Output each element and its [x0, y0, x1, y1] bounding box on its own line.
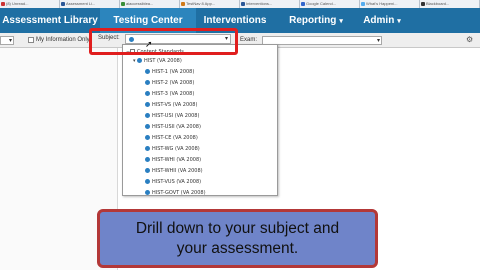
mouse-cursor-icon: ➚	[145, 39, 153, 49]
node-dot-icon	[145, 91, 150, 96]
browser-tab-5[interactable]: Interventions...	[240, 0, 300, 8]
my-information-checkbox[interactable]	[28, 37, 34, 43]
main-nav-bar: Assessment Library Testing Center Interv…	[0, 8, 480, 33]
chevron-down-icon: ▾	[397, 18, 401, 25]
nav-assessment-library[interactable]: Assessment Library	[0, 8, 100, 33]
tree-item[interactable]: HIST-VUS (VA 2008)	[145, 179, 201, 186]
tree-item[interactable]: HIST-CE (VA 2008)	[145, 135, 198, 142]
nav-admin[interactable]: Admin ▾	[356, 8, 408, 33]
tab-favicon-icon	[61, 2, 65, 6]
callout-line-2: your assessment.	[176, 240, 299, 257]
callout-line-1: Drill down to your subject and	[135, 220, 340, 237]
tree-item[interactable]: HIST-WHI (VA 2008)	[145, 157, 201, 164]
browser-tab-3[interactable]: aiaccessiblea...	[120, 0, 180, 8]
tab-favicon-icon	[121, 2, 125, 6]
tree-item[interactable]: HIST-WG (VA 2008)	[145, 146, 200, 153]
node-dot-icon	[145, 168, 150, 173]
filter-select[interactable]: ▾	[0, 36, 14, 45]
node-dot-icon	[145, 190, 150, 195]
tab-favicon-icon	[1, 2, 5, 6]
tree-item[interactable]: HIST-GOVT (VA 2008)	[145, 190, 206, 195]
chevron-down-icon: ▾	[8, 38, 12, 44]
gear-icon[interactable]: ⚙	[466, 35, 473, 45]
node-dot-icon	[145, 102, 150, 107]
tab-favicon-icon	[301, 2, 305, 6]
tab-favicon-icon	[361, 2, 365, 6]
tree-item[interactable]: HIST-3 (VA 2008)	[145, 91, 194, 98]
exam-select[interactable]: ▾	[262, 36, 382, 45]
node-dot-icon	[137, 58, 142, 63]
chevron-down-icon: ▾	[339, 18, 343, 25]
browser-tab-2[interactable]: Assessment Li...	[60, 0, 120, 8]
tree-item[interactable]: HIST-USII (VA 2008)	[145, 124, 201, 131]
tree-item[interactable]: HIST-2 (VA 2008)	[145, 80, 194, 87]
highlight-box	[89, 28, 238, 55]
tab-favicon-icon	[241, 2, 245, 6]
tab-favicon-icon	[181, 2, 185, 6]
tree-parent-item[interactable]: ▾ HIST (VA 2008)	[133, 58, 182, 65]
tree-item[interactable]: HIST-USI (VA 2008)	[145, 113, 199, 120]
node-dot-icon	[145, 157, 150, 162]
nav-reporting[interactable]: Reporting ▾	[280, 8, 352, 33]
node-dot-icon	[145, 69, 150, 74]
tree-item[interactable]: HIST-1 (VA 2008)	[145, 69, 194, 76]
tree-item[interactable]: HIST-VS (VA 2008)	[145, 102, 197, 109]
browser-tab-6[interactable]: Google Calend...	[300, 0, 360, 8]
browser-tab-7[interactable]: What's Happeni...	[360, 0, 420, 8]
instruction-callout: Drill down to your subject and your asse…	[97, 209, 378, 268]
node-dot-icon	[145, 124, 150, 129]
node-dot-icon	[145, 80, 150, 85]
subject-tree-dropdown[interactable]: − Content Standards ▾ HIST (VA 2008) HIST-…	[122, 44, 278, 196]
browser-tab-8[interactable]: Blackboard...	[420, 0, 480, 8]
chevron-down-icon: ▾	[376, 38, 380, 44]
tree-item[interactable]: HIST-WHII (VA 2008)	[145, 168, 203, 175]
node-dot-icon	[145, 146, 150, 151]
browser-tab-1[interactable]: (8) Unread...	[0, 0, 60, 8]
browser-tab-4[interactable]: TestNav 8 App...	[180, 0, 240, 8]
tab-favicon-icon	[421, 2, 425, 6]
node-dot-icon	[145, 113, 150, 118]
node-dot-icon	[145, 135, 150, 140]
my-information-label: My Information Only	[36, 37, 90, 43]
browser-tab-strip: (8) Unread... Assessment Li... aiaccessi…	[0, 0, 480, 8]
node-dot-icon	[145, 179, 150, 184]
